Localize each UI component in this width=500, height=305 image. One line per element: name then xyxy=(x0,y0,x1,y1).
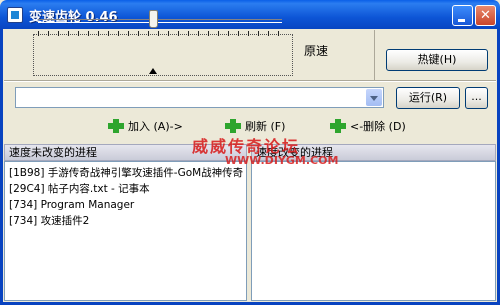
refresh-button-label: 刷新 (F) xyxy=(245,120,286,133)
green-plus-icon xyxy=(108,119,124,133)
changed-process-list[interactable] xyxy=(251,161,496,301)
run-button[interactable]: 运行(R) xyxy=(396,87,460,109)
hotkey-button[interactable]: 热键(H) xyxy=(386,49,488,71)
close-icon: ✕ xyxy=(480,8,491,23)
process-combobox[interactable] xyxy=(15,87,384,108)
close-button[interactable]: ✕ xyxy=(475,5,496,26)
chevron-down-icon[interactable] xyxy=(366,89,382,106)
minimize-icon xyxy=(453,6,472,25)
list-item[interactable]: [1B98] 手游传奇战神引擎攻速插件-GoM战神传奇 xyxy=(5,165,246,181)
original-speed-marker-icon xyxy=(148,68,157,74)
window-frame-left xyxy=(0,29,3,305)
minimize-button[interactable] xyxy=(452,5,473,26)
refresh-button[interactable]: 刷新 (F) xyxy=(225,118,285,134)
unchanged-process-list[interactable]: [1B98] 手游传奇战神引擎攻速插件-GoM战神传奇 [29C4] 帖子内容.… xyxy=(4,161,247,301)
add-button-label: 加入 (A)-> xyxy=(128,120,183,133)
speed-slider-ticks xyxy=(38,31,282,36)
watermark-url: WWW.DIYGM.COM xyxy=(225,154,339,167)
remove-button-label: <-删除 (D) xyxy=(350,120,406,133)
browse-button[interactable]: ... xyxy=(465,87,488,109)
section-divider xyxy=(4,80,496,82)
speed-label: 原速 xyxy=(304,44,329,58)
list-item[interactable]: [29C4] 帖子内容.txt - 记事本 xyxy=(5,181,246,197)
speed-slider-track[interactable] xyxy=(38,19,282,23)
list-item[interactable]: [734] 攻速插件2 xyxy=(5,213,246,229)
speed-slider-focus-box xyxy=(33,34,293,76)
title-bar[interactable]: 变速齿轮 0.46 ✕ xyxy=(0,0,500,29)
green-plus-icon xyxy=(330,119,346,133)
list-item[interactable]: [734] Program Manager xyxy=(5,197,246,213)
green-plus-icon xyxy=(225,119,241,133)
app-icon xyxy=(7,7,23,23)
remove-button[interactable]: <-删除 (D) xyxy=(330,118,406,134)
add-button[interactable]: 加入 (A)-> xyxy=(108,118,183,134)
speed-slider-thumb[interactable] xyxy=(148,10,158,28)
